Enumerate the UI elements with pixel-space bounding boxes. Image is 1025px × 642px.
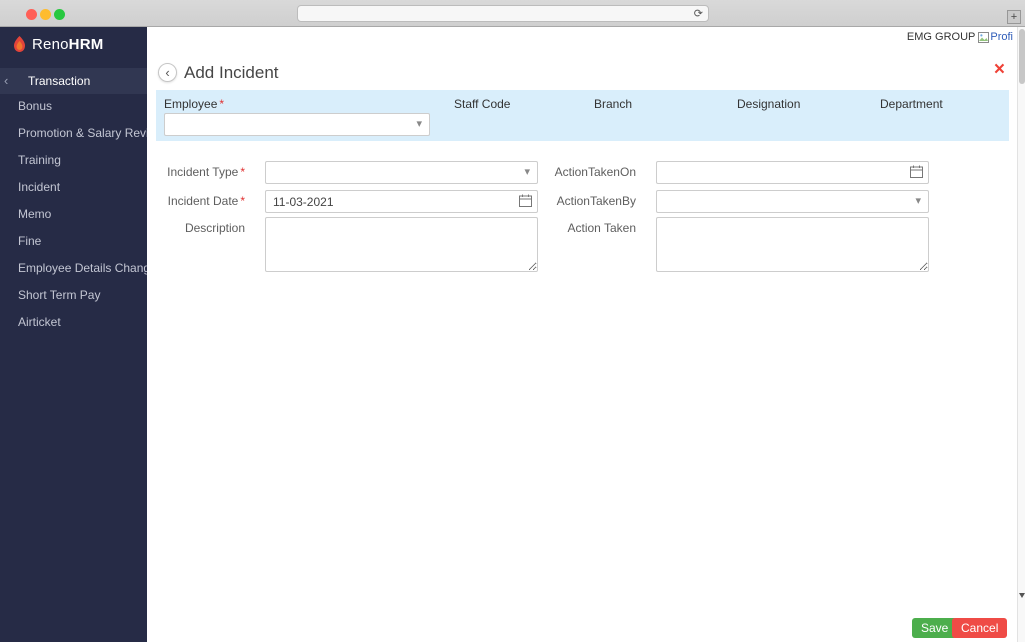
- sidebar-section-transaction[interactable]: ‹ Transaction: [0, 68, 147, 94]
- browser-chrome: ⟳ +: [0, 0, 1025, 27]
- address-bar[interactable]: ⟳: [297, 5, 709, 22]
- sidebar: RenoHRM ‹ Transaction Bonus Promotion & …: [0, 27, 147, 642]
- close-form-button[interactable]: ×: [994, 60, 1005, 80]
- action-taken-by-select[interactable]: ▾: [656, 190, 929, 213]
- screen: ⟳ + RenoHRM ‹ Transaction Bonus Promotio…: [0, 0, 1025, 642]
- company-name: EMG GROUP: [907, 31, 975, 43]
- sidebar-menu: Bonus Promotion & Salary Revision Traini…: [0, 93, 147, 336]
- reload-icon[interactable]: ⟳: [694, 7, 703, 21]
- column-label-staff-code: Staff Code: [454, 97, 510, 111]
- incident-date-label: Incident Date*: [147, 190, 245, 213]
- sidebar-item-fine[interactable]: Fine: [0, 228, 147, 255]
- sidebar-item-employee-details-change[interactable]: Employee Details Change: [0, 255, 147, 282]
- required-marker: *: [219, 97, 224, 111]
- sidebar-item-bonus[interactable]: Bonus: [0, 93, 147, 120]
- incident-date-input[interactable]: [265, 190, 538, 213]
- main-content: EMG GROUP Profi ‹ Add Incident × Employe…: [147, 27, 1017, 642]
- scrollbar-thumb[interactable]: [1019, 29, 1025, 84]
- back-button[interactable]: ‹: [158, 63, 177, 82]
- incident-type-label: Incident Type*: [147, 161, 245, 184]
- brand-light: Reno: [32, 36, 69, 53]
- broken-image-icon: [978, 32, 989, 43]
- column-label-department: Department: [880, 97, 943, 111]
- incident-type-select[interactable]: ▾: [265, 161, 538, 184]
- sidebar-item-airticket[interactable]: Airticket: [0, 309, 147, 336]
- action-taken-on-label: ActionTakenOn: [536, 161, 636, 184]
- page-title: Add Incident: [184, 63, 279, 83]
- column-label-employee: Employee*: [164, 97, 224, 111]
- action-taken-label: Action Taken: [536, 221, 636, 235]
- sidebar-item-incident[interactable]: Incident: [0, 174, 147, 201]
- incident-type-label-text: Incident Type: [167, 165, 238, 179]
- action-taken-on-input[interactable]: [656, 161, 929, 184]
- cancel-button[interactable]: Cancel: [952, 618, 1007, 638]
- save-button[interactable]: Save: [912, 618, 957, 638]
- incident-date-field: [265, 190, 538, 213]
- window-close-button[interactable]: [26, 9, 37, 20]
- profile-alt-text: Profi: [990, 31, 1013, 43]
- sidebar-item-short-term-pay[interactable]: Short Term Pay: [0, 282, 147, 309]
- action-taken-on-field: [656, 161, 929, 184]
- employee-select[interactable]: ▾: [164, 113, 430, 136]
- required-marker: *: [240, 194, 245, 208]
- window-zoom-button[interactable]: [54, 9, 65, 20]
- window-minimize-button[interactable]: [40, 9, 51, 20]
- section-label: Transaction: [28, 74, 90, 88]
- brand-bold: HRM: [69, 36, 104, 53]
- app-logo: RenoHRM: [0, 27, 147, 61]
- action-taken-textarea[interactable]: [656, 217, 929, 272]
- sidebar-item-memo[interactable]: Memo: [0, 201, 147, 228]
- employee-label-text: Employee: [164, 97, 217, 111]
- collapse-chevron-icon[interactable]: ‹: [4, 73, 8, 88]
- chevron-down-icon: ▾: [524, 165, 530, 178]
- vertical-scrollbar[interactable]: [1017, 27, 1025, 642]
- profile-broken-image[interactable]: Profi: [978, 31, 1013, 43]
- sidebar-item-promotion-salary-revision[interactable]: Promotion & Salary Revision: [0, 120, 147, 147]
- sidebar-item-training[interactable]: Training: [0, 147, 147, 174]
- incident-date-label-text: Incident Date: [168, 194, 239, 208]
- calendar-icon[interactable]: [519, 194, 532, 207]
- action-taken-by-label: ActionTakenBy: [536, 190, 636, 213]
- employee-header-band: Employee* Staff Code Branch Designation …: [156, 90, 1009, 141]
- required-marker: *: [240, 165, 245, 179]
- user-bar: EMG GROUP Profi: [907, 31, 1013, 43]
- chevron-down-icon: ▾: [915, 194, 921, 207]
- description-label: Description: [147, 221, 245, 235]
- chevron-down-icon: ▾: [416, 117, 422, 130]
- column-label-branch: Branch: [594, 97, 632, 111]
- description-textarea[interactable]: [265, 217, 538, 272]
- new-tab-button[interactable]: +: [1007, 10, 1021, 24]
- column-label-designation: Designation: [737, 97, 800, 111]
- calendar-icon[interactable]: [910, 165, 923, 178]
- brand-name: RenoHRM: [32, 36, 103, 53]
- scrollbar-down-arrow-icon[interactable]: [1019, 593, 1025, 598]
- flame-logo-icon: [12, 36, 27, 53]
